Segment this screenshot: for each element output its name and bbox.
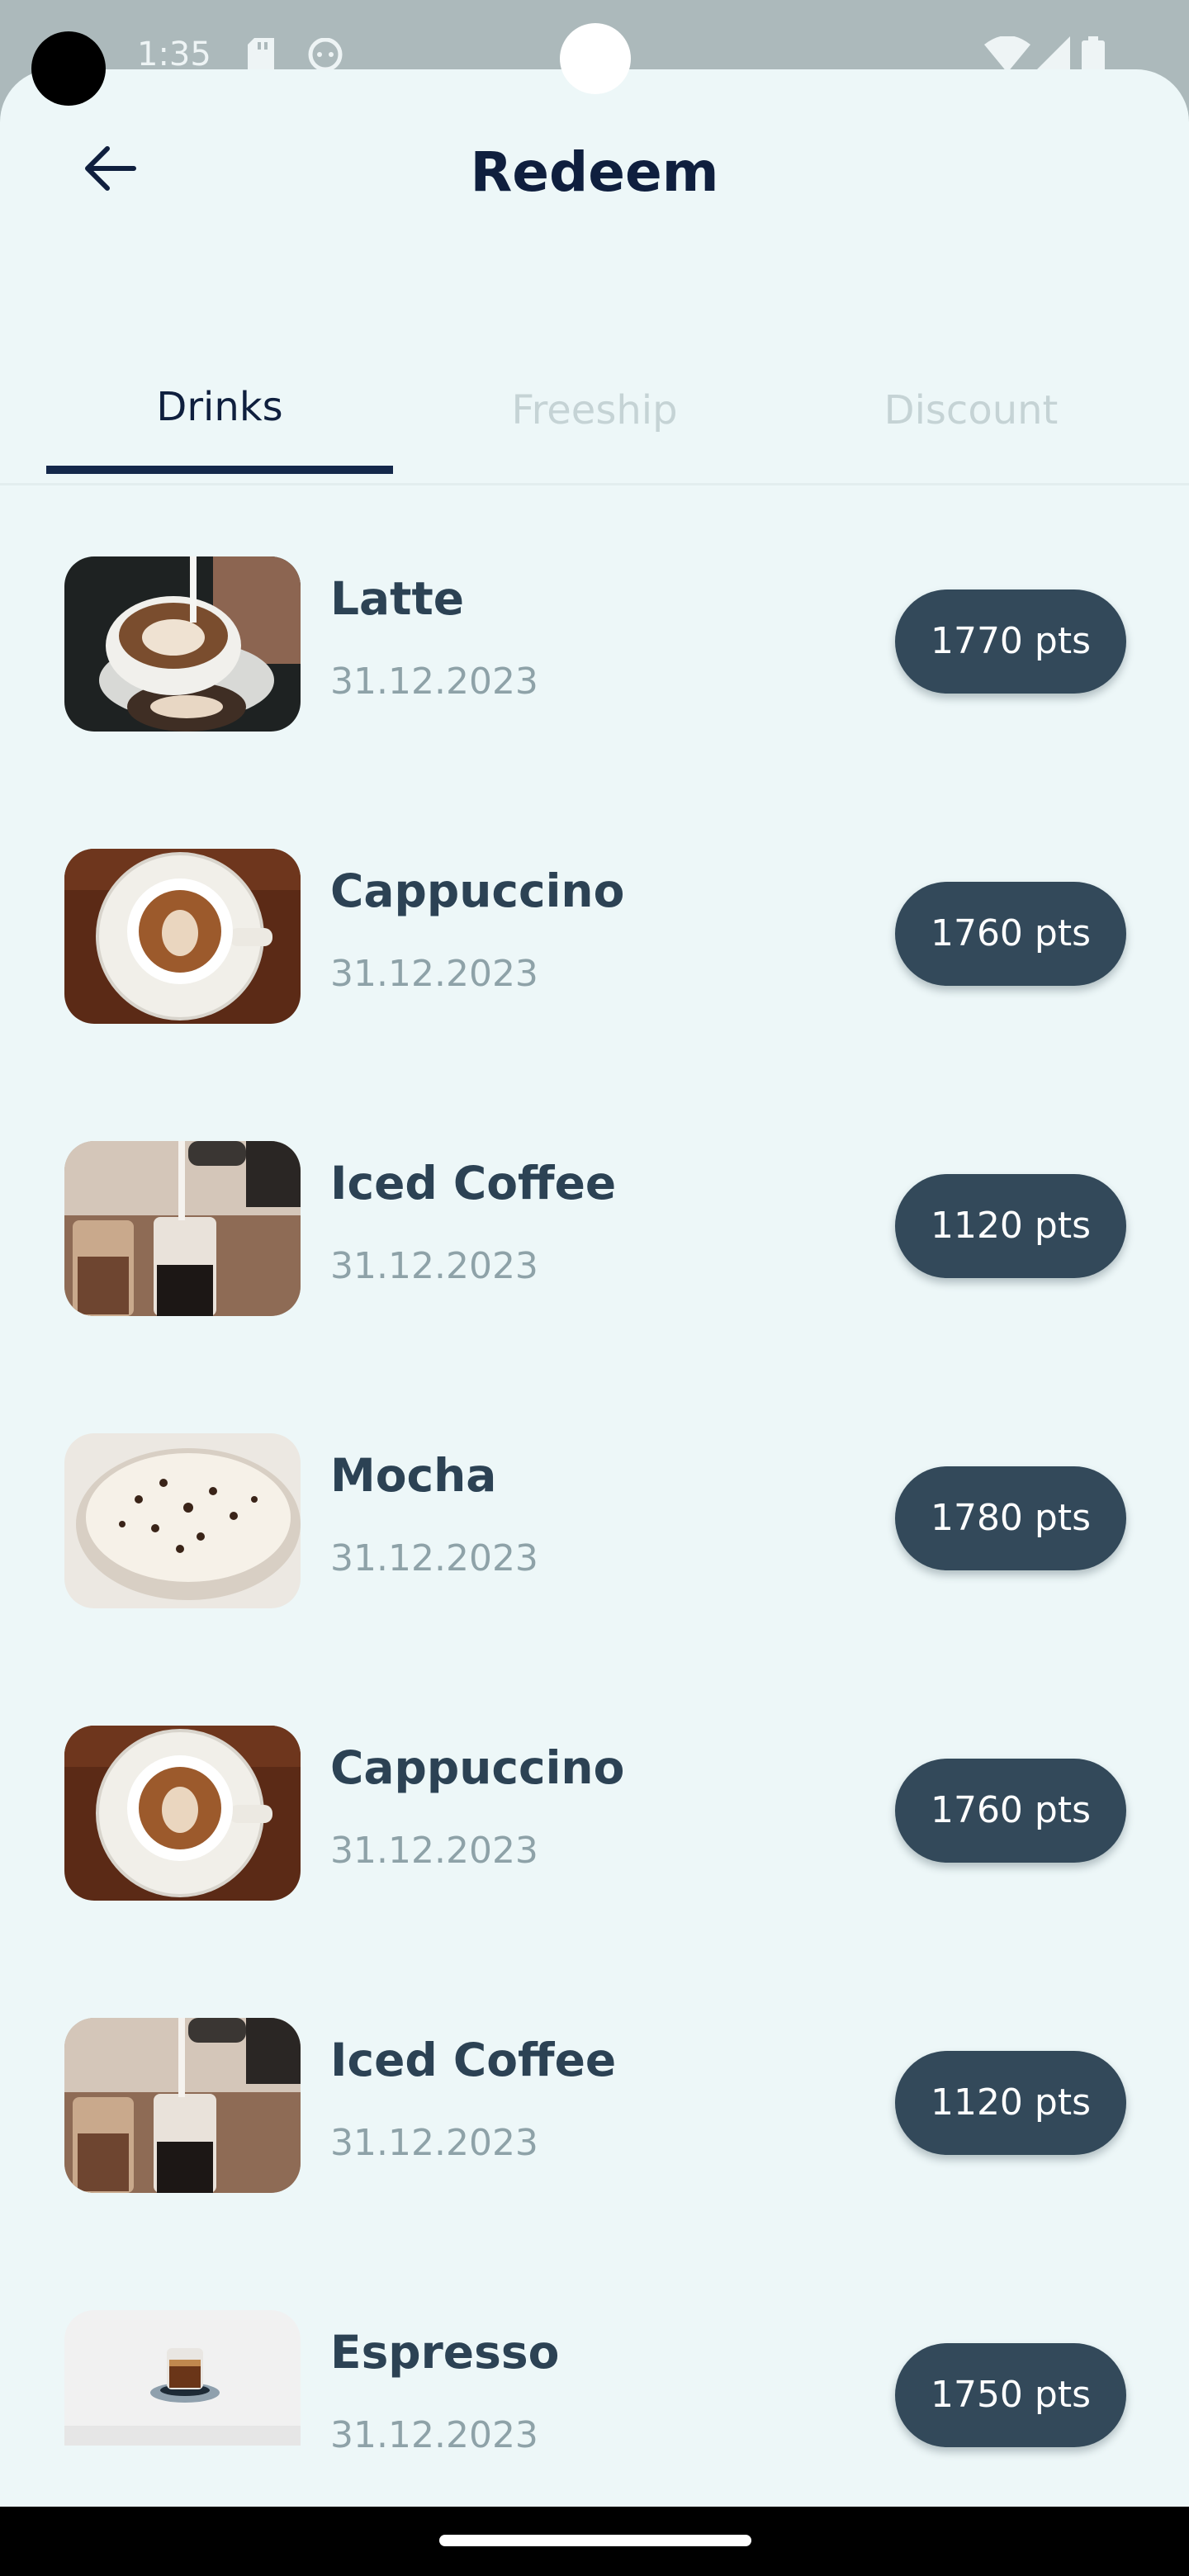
tab-freeship[interactable]: Freeship — [421, 381, 768, 439]
list-item[interactable]: Iced Coffee 31.12.2023 1120 pts — [0, 1947, 1189, 2239]
list-item[interactable]: Mocha 31.12.2023 1780 pts — [0, 1362, 1189, 1655]
redeem-points-button[interactable]: 1770 pts — [895, 590, 1126, 694]
signal-icon — [1034, 36, 1070, 73]
item-name: Cappuccino — [330, 864, 625, 917]
list-item[interactable]: Espresso 31.12.2023 1750 pts — [0, 2239, 1189, 2507]
iced-coffee-photo — [64, 1141, 301, 1316]
item-date: 31.12.2023 — [330, 1537, 538, 1579]
camera-cutout — [31, 31, 106, 106]
tab-discount[interactable]: Discount — [798, 381, 1144, 439]
list-item[interactable]: Cappuccino 31.12.2023 1760 pts — [0, 1655, 1189, 1947]
item-date: 31.12.2023 — [330, 661, 538, 703]
cappuccino-photo — [64, 1726, 301, 1901]
tab-indicator — [46, 466, 393, 474]
list-item[interactable]: Latte 31.12.2023 1770 pts — [0, 485, 1189, 778]
sd-card-icon — [248, 38, 277, 71]
list-item[interactable]: Cappuccino 31.12.2023 1760 pts — [0, 778, 1189, 1070]
redeem-points-button[interactable]: 1120 pts — [895, 2051, 1126, 2155]
redeem-points-button[interactable]: 1780 pts — [895, 1466, 1126, 1570]
status-time: 1:35 — [137, 36, 211, 73]
latte-photo — [64, 556, 301, 732]
item-date: 31.12.2023 — [330, 2414, 538, 2456]
list-item[interactable]: Iced Coffee 31.12.2023 1120 pts — [0, 1070, 1189, 1362]
item-name: Cappuccino — [330, 1741, 625, 1794]
home-gesture-handle[interactable] — [439, 2535, 751, 2546]
status-right-icons — [984, 36, 1116, 73]
tab-bar: Drinks Freeship Discount — [0, 312, 1189, 485]
battery-icon — [1082, 36, 1105, 73]
page-title: Redeem — [470, 140, 719, 204]
item-name: Iced Coffee — [330, 1157, 617, 1210]
redeem-points-button[interactable]: 1760 pts — [895, 1759, 1126, 1863]
item-name: Latte — [330, 572, 465, 625]
item-date: 31.12.2023 — [330, 1245, 538, 1287]
item-date: 31.12.2023 — [330, 2122, 538, 2164]
cappuccino-photo — [64, 849, 301, 1024]
espresso-photo — [64, 2310, 301, 2446]
mocha-photo — [64, 1433, 301, 1608]
iced-coffee-photo — [64, 2018, 301, 2193]
redeem-points-button[interactable]: 1750 pts — [895, 2343, 1126, 2447]
redeem-points-button[interactable]: 1120 pts — [895, 1174, 1126, 1278]
redeem-points-button[interactable]: 1760 pts — [895, 882, 1126, 986]
item-date: 31.12.2023 — [330, 953, 538, 995]
tab-drinks[interactable]: Drinks — [46, 378, 393, 436]
item-name: Espresso — [330, 2326, 560, 2379]
phone-screen: 1:35 Redeem Drinks Freeship Discount Lat… — [0, 0, 1189, 2576]
punch-hole-camera — [560, 23, 631, 94]
item-name: Iced Coffee — [330, 2034, 617, 2086]
item-date: 31.12.2023 — [330, 1830, 538, 1872]
item-name: Mocha — [330, 1449, 497, 1502]
redeem-screen: Redeem Drinks Freeship Discount Latte 31… — [0, 69, 1189, 2507]
android-face-icon — [307, 37, 343, 72]
system-nav-bar — [0, 2507, 1189, 2576]
wifi-icon — [984, 36, 1030, 73]
